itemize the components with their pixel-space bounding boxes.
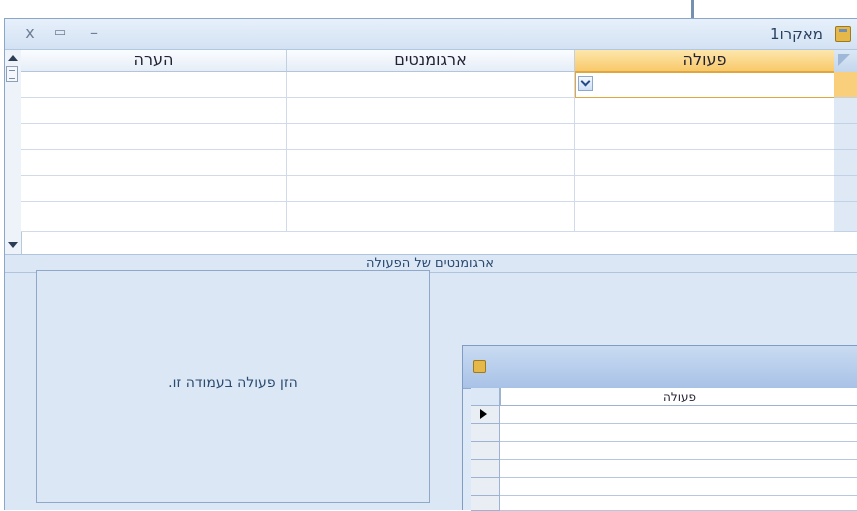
popup-row-selector[interactable]: [471, 478, 500, 496]
popup-grid: פעולה: [471, 388, 857, 511]
column-header-action[interactable]: פעולה: [575, 50, 835, 72]
chevron-down-icon[interactable]: [578, 76, 593, 91]
row-selector-6[interactable]: [834, 202, 857, 232]
scroll-thumb[interactable]: [6, 66, 18, 82]
arguments-cell-6[interactable]: [287, 202, 575, 232]
popup-select-all-corner[interactable]: [471, 388, 500, 406]
action-help-box: הזן פעולה בעמודה זו.: [36, 270, 430, 503]
comment-cell-3[interactable]: [21, 124, 287, 150]
macro-icon: [835, 26, 851, 42]
action-cell-6[interactable]: [575, 202, 835, 232]
arguments-cell-2[interactable]: [287, 98, 575, 124]
popup-row-selector[interactable]: [471, 496, 500, 511]
popup-row-selector[interactable]: [471, 424, 500, 442]
floating-action-window[interactable]: פעולה: [462, 345, 857, 511]
column-header-arguments[interactable]: ארגומנטים: [287, 50, 575, 72]
comment-cell-2[interactable]: [21, 98, 287, 124]
arguments-divider: [5, 254, 857, 255]
arguments-cell-5[interactable]: [287, 176, 575, 202]
window-title: מאקרו1: [770, 25, 823, 43]
popup-title-bar[interactable]: [463, 346, 857, 389]
row-selector-5[interactable]: [834, 176, 857, 202]
arguments-cell-1[interactable]: [287, 72, 575, 98]
comment-cell-6[interactable]: [21, 202, 287, 232]
macro-grid: הערה ארגומנטים פעולה: [5, 50, 857, 254]
popup-row[interactable]: [500, 424, 857, 442]
action-help-text: הזן פעולה בעמודה זו.: [168, 375, 298, 391]
arguments-cell-4[interactable]: [287, 150, 575, 176]
minimize-button[interactable]: –: [83, 22, 105, 44]
popup-row-selector[interactable]: [471, 442, 500, 460]
comment-cell-4[interactable]: [21, 150, 287, 176]
popup-row[interactable]: [500, 496, 857, 511]
restore-button[interactable]: ▭: [49, 22, 71, 44]
popup-row[interactable]: [500, 478, 857, 496]
column-header-comment[interactable]: הערה: [21, 50, 287, 72]
title-bar: x ▭ – מאקרו1: [5, 19, 857, 50]
action-cell-2[interactable]: [575, 98, 835, 124]
popup-row-selector[interactable]: [471, 460, 500, 478]
comment-cell-1[interactable]: [21, 72, 287, 98]
scroll-up-icon[interactable]: [8, 55, 18, 61]
action-cell-3[interactable]: [575, 124, 835, 150]
popup-row[interactable]: [500, 406, 857, 424]
action-cell-4[interactable]: [575, 150, 835, 176]
macro-icon: [473, 360, 486, 373]
row-selector-4[interactable]: [834, 150, 857, 176]
popup-row[interactable]: [500, 442, 857, 460]
scroll-down-icon[interactable]: [8, 242, 18, 248]
action-combo-cell-1[interactable]: [575, 72, 835, 98]
row-selector-2[interactable]: [834, 98, 857, 124]
action-cell-5[interactable]: [575, 176, 835, 202]
popup-column-header-action[interactable]: פעולה: [500, 388, 857, 406]
row-selector-1[interactable]: [834, 72, 857, 98]
comment-cell-5[interactable]: [21, 176, 287, 202]
vertical-scrollbar[interactable]: [5, 50, 22, 254]
row-selector-3[interactable]: [834, 124, 857, 150]
select-all-corner[interactable]: [834, 50, 857, 73]
close-button[interactable]: x: [19, 22, 41, 44]
arguments-cell-3[interactable]: [287, 124, 575, 150]
popup-row-selector-current[interactable]: [471, 406, 500, 424]
popup-row[interactable]: [500, 460, 857, 478]
background-divider: [691, 0, 694, 19]
